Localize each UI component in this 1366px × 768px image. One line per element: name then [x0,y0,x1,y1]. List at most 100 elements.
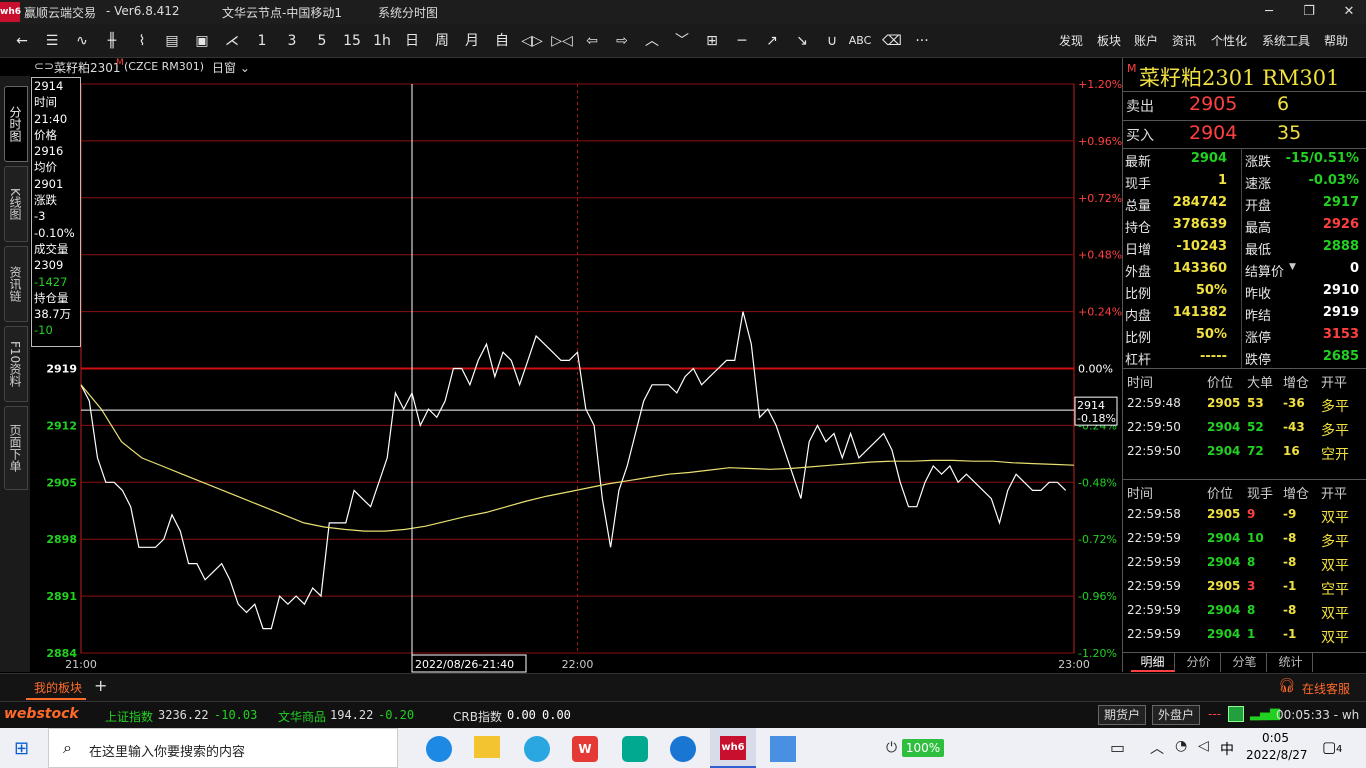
taskbar-search-box[interactable]: ⌕ 在这里输入你要搜索的内容 [48,728,398,768]
index-wh-name[interactable]: 文华商品 [278,708,326,725]
scroll-left-icon[interactable]: ⇦ [580,29,604,53]
bid-price[interactable]: 2904 [1189,122,1237,144]
column-header: 时间 [1127,487,1154,502]
window-mode-dropdown[interactable]: 日窗 ⌄ [212,59,250,76]
table-row[interactable]: 22:59:58 2905 9 -9 双平 [1123,504,1366,526]
edge-browser-icon[interactable] [426,736,452,762]
external-account-button[interactable]: 外盘户 [1152,705,1200,725]
period-week[interactable]: 周 [430,29,454,53]
order-icon[interactable]: ▤ [160,29,184,53]
network-icon[interactable]: ◔ [1175,738,1187,754]
period-1h[interactable]: 1h [370,29,394,53]
period-month[interactable]: 月 [460,29,484,53]
menu-personalize[interactable]: 个性化 [1211,32,1247,49]
task-view-icon[interactable]: ▭ [1110,738,1125,757]
compare-icon[interactable]: ⋌ [220,29,244,53]
minimize-icon[interactable]: ─ [1254,2,1284,22]
table-row[interactable]: 22:59:59 2904 1 -1 双平 [1123,624,1366,646]
table-row[interactable]: 22:59:50 2904 72 16 空开 [1123,441,1366,463]
menu-account[interactable]: 账户 [1134,32,1158,49]
intraday-chart[interactable]: +1.20%+0.96%+0.72%+0.48%+0.24%0.00%-0.24… [30,76,1122,673]
ask-price[interactable]: 2905 [1189,93,1237,115]
table-row[interactable]: 22:59:59 2904 10 -8 多平 [1123,528,1366,550]
eraser-icon[interactable]: ⌫ [880,29,904,53]
quote-tab-3[interactable]: 统计 [1269,653,1313,672]
settle-dropdown-icon[interactable]: ▼ [1289,262,1296,272]
restore-icon[interactable]: ❐ [1294,2,1324,22]
tab-kline[interactable]: K线图 [4,166,28,242]
period-3[interactable]: 3 [280,29,304,53]
tab-intraday[interactable]: 分时图 [4,86,28,162]
layout-icon[interactable]: ⊞ [700,29,724,53]
tab-news-chain[interactable]: 资讯链 [4,246,28,322]
zoom-in-icon[interactable]: ▷◁ [550,29,574,53]
tab-f10[interactable]: F10资料 [4,326,28,402]
period-15[interactable]: 15 [340,29,364,53]
table-row[interactable]: 22:59:59 2904 8 -8 双平 [1123,600,1366,622]
menu-news[interactable]: 资讯 [1172,32,1196,49]
hline-icon[interactable]: ─ [730,29,754,53]
ime-indicator[interactable]: 中 [1220,739,1234,759]
volume-icon[interactable]: ◁ [1198,738,1209,754]
wps-icon[interactable]: W [572,736,598,762]
app-chat-icon[interactable] [670,736,696,762]
block-tab-bar: 我的板块 + 🎧︎ 在线客服 [0,673,1366,701]
windows-start-icon[interactable]: ⊞ [14,738,29,759]
browser-e-icon[interactable] [524,736,550,762]
period-day[interactable]: 日 [400,29,424,53]
notification-icon[interactable]: ▢ [1322,738,1336,756]
arc-icon[interactable]: ∪ [820,29,844,53]
battery-level[interactable]: 100% [902,739,944,757]
cell-vol: 52 [1247,420,1264,434]
link-icon[interactable]: ⊂⊃ [34,59,54,73]
back-arrow-icon[interactable]: ← [10,29,34,53]
zoom-out-icon[interactable]: ◁▷ [520,29,544,53]
crb-name[interactable]: CRB指数 [453,708,502,725]
period-5[interactable]: 5 [310,29,334,53]
text-tool-icon[interactable]: ABC [848,29,872,53]
app-screen-icon[interactable] [770,736,796,762]
menu-discover[interactable]: 发现 [1059,32,1083,49]
clock-time[interactable]: 0:05 [1262,731,1289,745]
menu-sector[interactable]: 板块 [1097,32,1121,49]
table-row[interactable]: 22:59:48 2905 53 -36 多平 [1123,393,1366,415]
my-block-tab[interactable]: 我的板块 [34,679,82,696]
add-block-button[interactable]: + [94,676,107,695]
index-sh-name[interactable]: 上证指数 [105,708,153,725]
up-icon[interactable]: ︿ [640,29,664,53]
futures-account-button[interactable]: 期货户 [1098,705,1146,725]
menu-tools[interactable]: 系统工具 [1262,32,1310,49]
table-row[interactable]: 22:59:59 2904 8 -8 双平 [1123,552,1366,574]
arrow-icon[interactable]: ↘ [790,29,814,53]
close-icon[interactable]: ✕ [1334,2,1364,22]
quote-tab-2[interactable]: 分笔 [1223,653,1267,672]
table-row[interactable]: 22:59:59 2905 3 -1 空平 [1123,576,1366,598]
list-icon[interactable]: ☰ [40,29,64,53]
chevron-up-icon[interactable]: ︿ [1150,738,1164,758]
down-icon[interactable]: ﹀ [670,29,694,53]
save-icon[interactable]: ▣ [190,29,214,53]
quote-tab-1[interactable]: 分价 [1177,653,1221,672]
tab-page-order[interactable]: 页面下单 [4,406,28,490]
quote-tab-0[interactable]: 明细 [1131,653,1175,672]
cell-price: 2905 [1207,396,1241,410]
taskbar-wh6-app[interactable]: wh6 [710,728,756,768]
file-explorer-icon[interactable] [474,736,500,758]
clock-date[interactable]: 2022/8/27 [1246,748,1308,762]
table-row[interactable]: 22:59:50 2904 52 -43 多平 [1123,417,1366,439]
period-custom[interactable]: 自 [490,29,514,53]
plug-icon: ⏻ [886,740,898,756]
headset-icon[interactable]: 🎧︎ [1278,678,1296,694]
scroll-right-icon[interactable]: ⇨ [610,29,634,53]
cell-price: 2904 [1207,420,1241,434]
line-chart-icon[interactable]: ∿ [70,29,94,53]
online-service-link[interactable]: 在线客服 [1302,680,1350,697]
app-link-icon[interactable] [622,736,648,762]
candle-icon[interactable]: ⌇ [130,29,154,53]
quote-value: 50% [1195,283,1227,298]
kline-icon[interactable]: ╫ [100,29,124,53]
period-1[interactable]: 1 [250,29,274,53]
trendline-icon[interactable]: ↗ [760,29,784,53]
more-icon[interactable]: ··· [910,29,934,53]
menu-help[interactable]: 帮助 [1324,32,1348,49]
